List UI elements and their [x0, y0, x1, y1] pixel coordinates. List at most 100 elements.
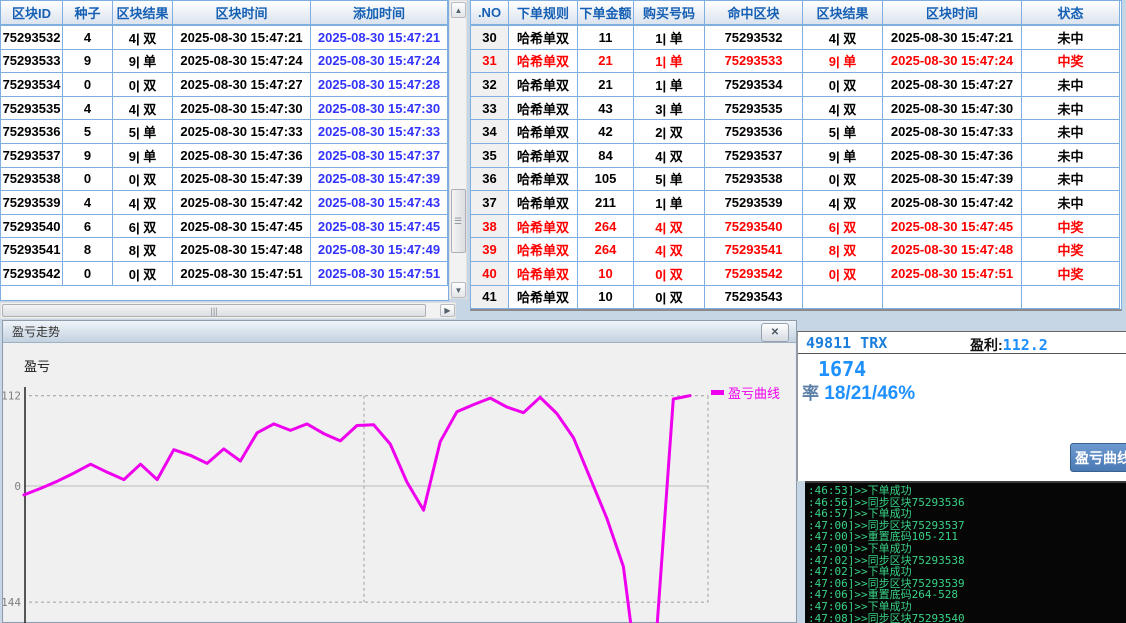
profit-curve-button[interactable]: 盈亏曲线 — [1070, 443, 1126, 472]
table-cell: 2025-08-30 15:47:24 — [311, 50, 448, 74]
table-cell: 9| 单 — [113, 50, 173, 74]
blocks-vscrollbar[interactable]: ▲ ☰ ▼ — [449, 0, 467, 299]
table-row[interactable]: 32哈希单双211| 单752935340| 双2025-08-30 15:47… — [471, 73, 1121, 97]
table-cell: 2025-08-30 15:47:48 — [173, 238, 311, 262]
header-cell: 区块时间 — [883, 1, 1022, 26]
svg-text:112: 112 — [3, 390, 21, 403]
table-cell: 6 — [63, 215, 113, 239]
table-cell: 4| 双 — [803, 191, 883, 215]
table-row[interactable]: 31哈希单双211| 单752935339| 单2025-08-30 15:47… — [471, 50, 1121, 74]
table-cell: 哈希单双 — [509, 168, 578, 192]
table-cell: 2025-08-30 15:47:24 — [173, 50, 311, 74]
blocks-hscrollbar[interactable]: ||| ▶ — [0, 302, 456, 319]
table-cell: 哈希单双 — [509, 97, 578, 121]
table-cell: 1| 单 — [634, 191, 705, 215]
vscroll-thumb[interactable]: ☰ — [451, 189, 466, 253]
table-row[interactable]: 36哈希单双1055| 单752935380| 双2025-08-30 15:4… — [471, 168, 1121, 192]
table-row[interactable]: 7529353800| 双2025-08-30 15:47:392025-08-… — [1, 168, 448, 192]
scroll-up-icon[interactable]: ▲ — [451, 2, 466, 18]
table-row[interactable]: 7529354200| 双2025-08-30 15:47:512025-08-… — [1, 262, 448, 286]
table-row[interactable]: 7529353544| 双2025-08-30 15:47:302025-08-… — [1, 97, 448, 121]
table-cell: 1| 单 — [634, 50, 705, 74]
table-cell: 1| 单 — [634, 73, 705, 97]
table-cell: 3| 单 — [634, 97, 705, 121]
table-row[interactable]: 34哈希单双422| 双752935365| 单2025-08-30 15:47… — [471, 120, 1121, 144]
scroll-down-icon[interactable]: ▼ — [451, 282, 466, 298]
table-cell: 2025-08-30 15:47:36 — [173, 144, 311, 168]
table-cell: 未中 — [1022, 97, 1120, 121]
table-cell: 21 — [578, 50, 634, 74]
table-cell: 264 — [578, 215, 634, 239]
table-row[interactable]: 7529353944| 双2025-08-30 15:47:422025-08-… — [1, 191, 448, 215]
table-cell: 75293540 — [705, 215, 803, 239]
table-cell: 0| 双 — [803, 262, 883, 286]
table-cell: 75293537 — [1, 144, 63, 168]
app-root: { "left_table": { "columns": ["区块ID", "种… — [0, 0, 1126, 623]
table-cell: 0| 双 — [803, 73, 883, 97]
orders-count: 1674 — [818, 357, 866, 381]
table-cell: 哈希单双 — [509, 215, 578, 239]
table-cell: 0 — [63, 73, 113, 97]
table-cell: 未中 — [1022, 120, 1120, 144]
table-cell: 39 — [471, 238, 509, 262]
table-cell: 中奖 — [1022, 262, 1120, 286]
table-cell: 2025-08-30 15:47:51 — [883, 262, 1022, 286]
table-cell: 2025-08-30 15:47:42 — [883, 191, 1022, 215]
table-row[interactable]: 7529354066| 双2025-08-30 15:47:452025-08-… — [1, 215, 448, 239]
close-icon[interactable]: ✕ — [761, 323, 789, 342]
table-row[interactable]: 30哈希单双111| 单752935324| 双2025-08-30 15:47… — [471, 26, 1121, 50]
table-cell: 4 — [63, 97, 113, 121]
table-cell: 2025-08-30 15:47:27 — [173, 73, 311, 97]
table-row[interactable]: 41哈希单双100| 双75293543 — [471, 286, 1121, 310]
table-cell: 4| 双 — [634, 144, 705, 168]
table-cell: 2025-08-30 15:47:30 — [883, 97, 1022, 121]
table-row[interactable]: 7529353399| 单2025-08-30 15:47:242025-08-… — [1, 50, 448, 74]
header-cell: 下单规则 — [509, 1, 578, 26]
table-cell: 2025-08-30 15:47:27 — [883, 73, 1022, 97]
table-cell: 30 — [471, 26, 509, 50]
table-cell: 9| 单 — [803, 50, 883, 74]
table-cell — [883, 286, 1022, 310]
table-cell: 2025-08-30 15:47:39 — [173, 168, 311, 192]
table-header-row: 区块ID种子区块结果区块时间添加时间 — [1, 1, 448, 26]
scroll-right-icon[interactable]: ▶ — [440, 304, 455, 317]
table-row[interactable]: 35哈希单双844| 双752935379| 单2025-08-30 15:47… — [471, 144, 1121, 168]
table-row[interactable]: 38哈希单双2644| 双752935406| 双2025-08-30 15:4… — [471, 215, 1121, 239]
svg-text:0: 0 — [14, 480, 21, 493]
header-cell: 下单金额 — [578, 1, 634, 26]
table-row[interactable]: 40哈希单双100| 双752935420| 双2025-08-30 15:47… — [471, 262, 1121, 286]
table-cell: 哈希单双 — [509, 73, 578, 97]
profit-display: 盈利:112.2 — [970, 335, 1048, 355]
table-cell: 5 — [63, 120, 113, 144]
table-row[interactable]: 7529354188| 双2025-08-30 15:47:482025-08-… — [1, 238, 448, 262]
window-titlebar[interactable]: 盈亏走势 ✕ — [3, 321, 796, 343]
table-cell: 0| 双 — [803, 168, 883, 192]
table-row[interactable]: 7529353400| 双2025-08-30 15:47:272025-08-… — [1, 73, 448, 97]
table-cell: 2025-08-30 15:47:45 — [173, 215, 311, 239]
rate-label: 率 — [802, 384, 819, 403]
table-cell: 36 — [471, 168, 509, 192]
table-cell: 32 — [471, 73, 509, 97]
header-cell: 购买号码 — [634, 1, 705, 26]
table-cell: 8| 双 — [803, 238, 883, 262]
table-cell: 0| 双 — [634, 262, 705, 286]
table-cell: 75293536 — [705, 120, 803, 144]
table-cell: 21 — [578, 73, 634, 97]
table-cell: 6| 双 — [113, 215, 173, 239]
table-cell: 40 — [471, 262, 509, 286]
hscroll-thumb[interactable]: ||| — [2, 304, 426, 317]
table-row[interactable]: 33哈希单双433| 单752935354| 双2025-08-30 15:47… — [471, 97, 1121, 121]
table-cell: 中奖 — [1022, 215, 1120, 239]
legend-label: 盈亏曲线 — [728, 383, 780, 402]
table-row[interactable]: 37哈希单双2111| 单752935394| 双2025-08-30 15:4… — [471, 191, 1121, 215]
table-row[interactable]: 7529353244| 双2025-08-30 15:47:212025-08-… — [1, 26, 448, 50]
table-row[interactable]: 7529353655| 单2025-08-30 15:47:332025-08-… — [1, 120, 448, 144]
table-cell: 75293533 — [705, 50, 803, 74]
table-cell: 4| 双 — [113, 26, 173, 50]
table-cell: 2025-08-30 15:47:43 — [311, 191, 448, 215]
table-cell: 6| 双 — [803, 215, 883, 239]
table-cell: 9 — [63, 50, 113, 74]
table-row[interactable]: 7529353799| 单2025-08-30 15:47:362025-08-… — [1, 144, 448, 168]
table-row[interactable]: 39哈希单双2644| 双752935418| 双2025-08-30 15:4… — [471, 238, 1121, 262]
table-cell: 2025-08-30 15:47:33 — [311, 120, 448, 144]
